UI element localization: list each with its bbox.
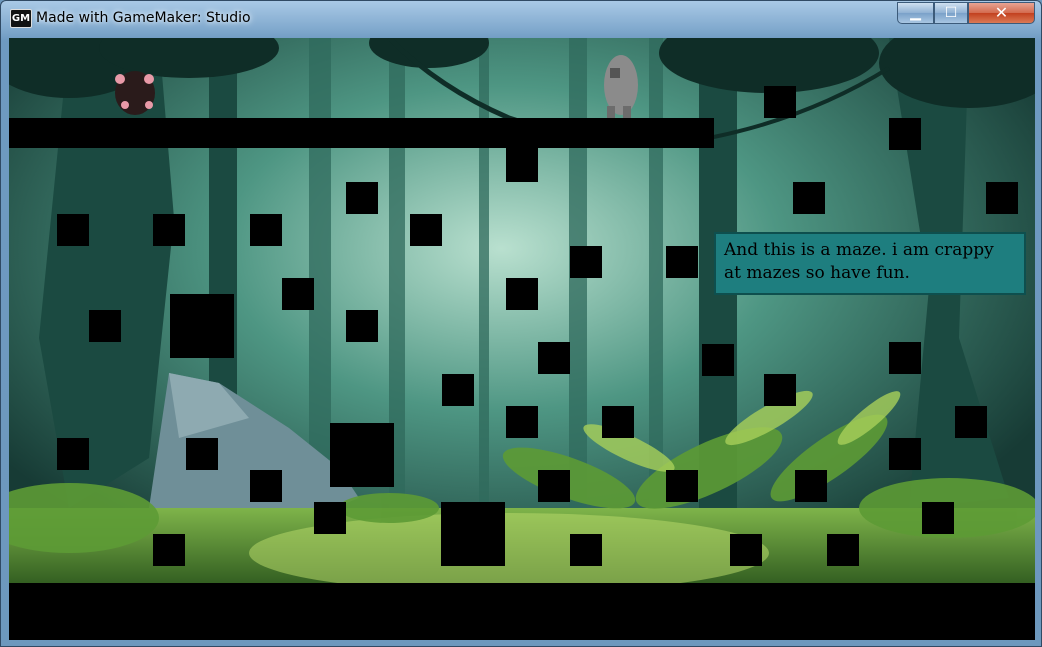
maze-block: [827, 534, 859, 566]
maze-block: [330, 423, 394, 487]
maze-block: [538, 342, 570, 374]
maze-block: [442, 374, 474, 406]
maze-block: [889, 438, 921, 470]
maze-block: [410, 214, 442, 246]
window-title: Made with GameMaker: Studio: [36, 10, 251, 26]
maze-block: [506, 278, 538, 310]
maze-block: [570, 246, 602, 278]
maze-block: [889, 342, 921, 374]
maze-block: [250, 214, 282, 246]
maze-block: [602, 406, 634, 438]
maze-block: [346, 310, 378, 342]
maze-block: [57, 438, 89, 470]
maze-block: [764, 374, 796, 406]
dialog-text: And this is a maze. i am crappy at mazes…: [724, 240, 994, 283]
maze-block: [9, 583, 1035, 640]
maze-block: [441, 502, 505, 566]
maze-block: [346, 182, 378, 214]
maze-block: [506, 406, 538, 438]
maze-block: [282, 278, 314, 310]
maximize-button[interactable]: ☐: [934, 2, 968, 24]
maze-block: [922, 502, 954, 534]
maze-block: [793, 182, 825, 214]
maze-block: [9, 118, 714, 148]
maze-block: [702, 344, 734, 376]
maze-block: [506, 148, 538, 182]
game-viewport[interactable]: And this is a maze. i am crappy at mazes…: [9, 38, 1035, 640]
bat-enemy-sprite: [115, 71, 155, 115]
maze-block: [795, 470, 827, 502]
maximize-icon: ☐: [944, 5, 958, 21]
maze-block: [186, 438, 218, 470]
maze-block: [986, 182, 1018, 214]
maze-block: [89, 310, 121, 342]
gamemaker-icon: GM: [10, 9, 32, 28]
dialog-box: And this is a maze. i am crappy at mazes…: [714, 232, 1026, 295]
close-icon: ✕: [994, 3, 1009, 22]
minimize-icon: ▁: [910, 5, 921, 21]
minimize-button[interactable]: ▁: [897, 2, 934, 24]
maze-block: [764, 86, 796, 118]
close-button[interactable]: ✕: [968, 2, 1035, 24]
maze-block: [570, 534, 602, 566]
game-window: GM Made with GameMaker: Studio ▁ ☐ ✕ And…: [0, 0, 1042, 647]
maze-block: [153, 534, 185, 566]
maze-block: [314, 502, 346, 534]
maze-block: [730, 534, 762, 566]
maze-block: [889, 118, 921, 150]
maze-block: [666, 470, 698, 502]
maze-block: [666, 246, 698, 278]
maze-block: [57, 214, 89, 246]
maze-block: [955, 406, 987, 438]
maze-block: [250, 470, 282, 502]
title-bar[interactable]: GM Made with GameMaker: Studio ▁ ☐ ✕: [1, 1, 1041, 35]
maze-block: [170, 294, 234, 358]
maze-block: [153, 214, 185, 246]
maze-block: [538, 470, 570, 502]
